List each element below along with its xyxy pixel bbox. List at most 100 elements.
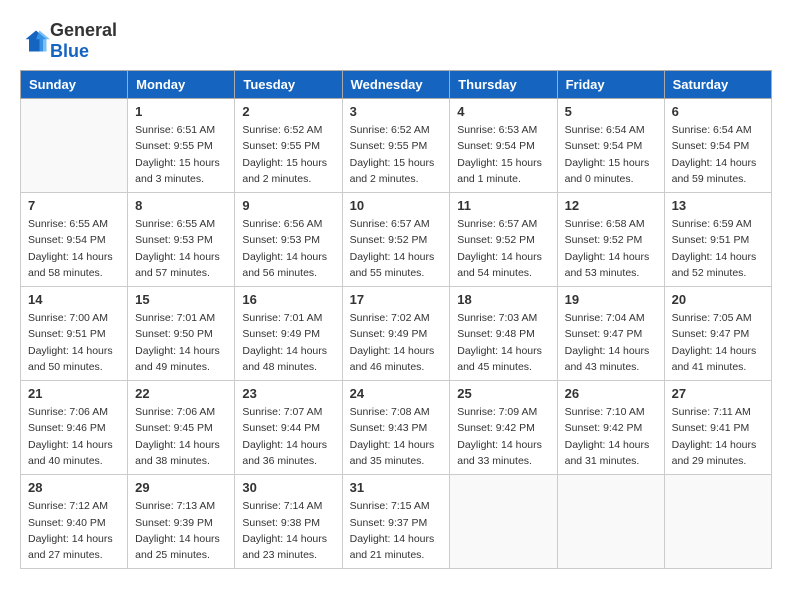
day-info: Sunrise: 7:14 AMSunset: 9:38 PMDaylight:… (242, 498, 334, 563)
day-info: Sunrise: 6:54 AMSunset: 9:54 PMDaylight:… (565, 122, 657, 187)
calendar-cell: 23Sunrise: 7:07 AMSunset: 9:44 PMDayligh… (235, 381, 342, 475)
day-number: 18 (457, 292, 549, 307)
day-info: Sunrise: 6:54 AMSunset: 9:54 PMDaylight:… (672, 122, 764, 187)
day-number: 22 (135, 386, 227, 401)
calendar-cell: 21Sunrise: 7:06 AMSunset: 9:46 PMDayligh… (21, 381, 128, 475)
day-number: 13 (672, 198, 764, 213)
day-info: Sunrise: 6:57 AMSunset: 9:52 PMDaylight:… (457, 216, 549, 281)
calendar-week-row: 21Sunrise: 7:06 AMSunset: 9:46 PMDayligh… (21, 381, 772, 475)
calendar-cell: 19 Sunrise: 7:04 AMSunset: 9:47 PMDayligh… (557, 287, 664, 381)
day-info: Sunrise: 6:59 AMSunset: 9:51 PMDaylight:… (672, 216, 764, 281)
calendar-cell: 7 Sunrise: 6:55 AMSunset: 9:54 PMDaylight… (21, 193, 128, 287)
day-info: Sunrise: 6:51 AMSunset: 9:55 PMDaylight:… (135, 122, 227, 187)
day-number: 17 (350, 292, 443, 307)
page-header: General Blue (20, 20, 772, 62)
calendar-cell: 16Sunrise: 7:01 AMSunset: 9:49 PMDayligh… (235, 287, 342, 381)
day-info: Sunrise: 7:05 AMSunset: 9:47 PMDaylight:… (672, 310, 764, 375)
calendar-header-monday: Monday (128, 71, 235, 99)
day-number: 3 (350, 104, 443, 119)
day-info: Sunrise: 6:58 AMSunset: 9:52 PMDaylight:… (565, 216, 657, 281)
logo-general: General (50, 20, 117, 40)
calendar-cell: 12 Sunrise: 6:58 AMSunset: 9:52 PMDayligh… (557, 193, 664, 287)
day-number: 7 (28, 198, 120, 213)
calendar-header-wednesday: Wednesday (342, 71, 450, 99)
day-number: 29 (135, 480, 227, 495)
calendar-header-friday: Friday (557, 71, 664, 99)
calendar-cell: 8 Sunrise: 6:55 AMSunset: 9:53 PMDaylight… (128, 193, 235, 287)
day-number: 24 (350, 386, 443, 401)
day-info: Sunrise: 6:52 AMSunset: 9:55 PMDaylight:… (242, 122, 334, 187)
day-number: 27 (672, 386, 764, 401)
day-number: 9 (242, 198, 334, 213)
calendar-cell: 2Sunrise: 6:52 AMSunset: 9:55 PMDaylight… (235, 99, 342, 193)
calendar-cell (557, 475, 664, 569)
day-number: 11 (457, 198, 549, 213)
calendar-cell: 18 Sunrise: 7:03 AMSunset: 9:48 PMDayligh… (450, 287, 557, 381)
day-number: 30 (242, 480, 334, 495)
calendar-cell (21, 99, 128, 193)
calendar-cell: 27Sunrise: 7:11 AMSunset: 9:41 PMDayligh… (664, 381, 771, 475)
day-info: Sunrise: 7:10 AMSunset: 9:42 PMDaylight:… (565, 404, 657, 469)
calendar-cell: 26Sunrise: 7:10 AMSunset: 9:42 PMDayligh… (557, 381, 664, 475)
day-info: Sunrise: 6:55 AMSunset: 9:53 PMDaylight:… (135, 216, 227, 281)
calendar-cell (450, 475, 557, 569)
calendar-cell: 14 Sunrise: 7:00 AMSunset: 9:51 PMDayligh… (21, 287, 128, 381)
calendar-cell: 13 Sunrise: 6:59 AMSunset: 9:51 PMDayligh… (664, 193, 771, 287)
day-info: Sunrise: 6:56 AMSunset: 9:53 PMDaylight:… (242, 216, 334, 281)
day-number: 14 (28, 292, 120, 307)
day-number: 31 (350, 480, 443, 495)
logo-blue: Blue (50, 41, 89, 61)
calendar-week-row: 7 Sunrise: 6:55 AMSunset: 9:54 PMDaylight… (21, 193, 772, 287)
calendar-cell: 1 Sunrise: 6:51 AMSunset: 9:55 PMDaylight… (128, 99, 235, 193)
day-number: 4 (457, 104, 549, 119)
day-info: Sunrise: 6:52 AMSunset: 9:55 PMDaylight:… (350, 122, 443, 187)
day-info: Sunrise: 7:12 AMSunset: 9:40 PMDaylight:… (28, 498, 120, 563)
calendar-cell: 30 Sunrise: 7:14 AMSunset: 9:38 PMDayligh… (235, 475, 342, 569)
calendar-table: SundayMondayTuesdayWednesdayThursdayFrid… (20, 70, 772, 569)
day-number: 28 (28, 480, 120, 495)
calendar-header-saturday: Saturday (664, 71, 771, 99)
logo-icon (22, 27, 50, 55)
day-info: Sunrise: 7:06 AMSunset: 9:45 PMDaylight:… (135, 404, 227, 469)
calendar-cell: 4Sunrise: 6:53 AMSunset: 9:54 PMDaylight… (450, 99, 557, 193)
day-number: 21 (28, 386, 120, 401)
calendar-cell: 10 Sunrise: 6:57 AMSunset: 9:52 PMDayligh… (342, 193, 450, 287)
calendar-cell: 20Sunrise: 7:05 AMSunset: 9:47 PMDayligh… (664, 287, 771, 381)
day-info: Sunrise: 7:01 AMSunset: 9:50 PMDaylight:… (135, 310, 227, 375)
day-number: 6 (672, 104, 764, 119)
day-number: 10 (350, 198, 443, 213)
day-number: 5 (565, 104, 657, 119)
calendar-week-row: 14 Sunrise: 7:00 AMSunset: 9:51 PMDayligh… (21, 287, 772, 381)
day-info: Sunrise: 6:55 AMSunset: 9:54 PMDaylight:… (28, 216, 120, 281)
calendar-cell: 15 Sunrise: 7:01 AMSunset: 9:50 PMDayligh… (128, 287, 235, 381)
calendar-cell: 24 Sunrise: 7:08 AMSunset: 9:43 PMDayligh… (342, 381, 450, 475)
day-number: 23 (242, 386, 334, 401)
calendar-cell: 22 Sunrise: 7:06 AMSunset: 9:45 PMDayligh… (128, 381, 235, 475)
calendar-header-tuesday: Tuesday (235, 71, 342, 99)
day-number: 8 (135, 198, 227, 213)
day-info: Sunrise: 6:57 AMSunset: 9:52 PMDaylight:… (350, 216, 443, 281)
day-number: 19 (565, 292, 657, 307)
calendar-cell: 31Sunrise: 7:15 AMSunset: 9:37 PMDayligh… (342, 475, 450, 569)
day-number: 15 (135, 292, 227, 307)
calendar-cell: 5 Sunrise: 6:54 AMSunset: 9:54 PMDaylight… (557, 99, 664, 193)
calendar-cell (664, 475, 771, 569)
day-info: Sunrise: 7:00 AMSunset: 9:51 PMDaylight:… (28, 310, 120, 375)
calendar-cell: 9 Sunrise: 6:56 AMSunset: 9:53 PMDaylight… (235, 193, 342, 287)
day-info: Sunrise: 7:08 AMSunset: 9:43 PMDaylight:… (350, 404, 443, 469)
calendar-week-row: 28 Sunrise: 7:12 AMSunset: 9:40 PMDayligh… (21, 475, 772, 569)
logo: General Blue (20, 20, 117, 62)
calendar-cell: 6 Sunrise: 6:54 AMSunset: 9:54 PMDaylight… (664, 99, 771, 193)
day-info: Sunrise: 7:03 AMSunset: 9:48 PMDaylight:… (457, 310, 549, 375)
calendar-cell: 17 Sunrise: 7:02 AMSunset: 9:49 PMDayligh… (342, 287, 450, 381)
day-info: Sunrise: 7:09 AMSunset: 9:42 PMDaylight:… (457, 404, 549, 469)
day-info: Sunrise: 7:02 AMSunset: 9:49 PMDaylight:… (350, 310, 443, 375)
day-info: Sunrise: 7:04 AMSunset: 9:47 PMDaylight:… (565, 310, 657, 375)
day-number: 16 (242, 292, 334, 307)
calendar-header-sunday: Sunday (21, 71, 128, 99)
calendar-week-row: 1 Sunrise: 6:51 AMSunset: 9:55 PMDaylight… (21, 99, 772, 193)
day-number: 12 (565, 198, 657, 213)
day-number: 1 (135, 104, 227, 119)
calendar-cell: 3 Sunrise: 6:52 AMSunset: 9:55 PMDaylight… (342, 99, 450, 193)
calendar-cell: 25Sunrise: 7:09 AMSunset: 9:42 PMDayligh… (450, 381, 557, 475)
